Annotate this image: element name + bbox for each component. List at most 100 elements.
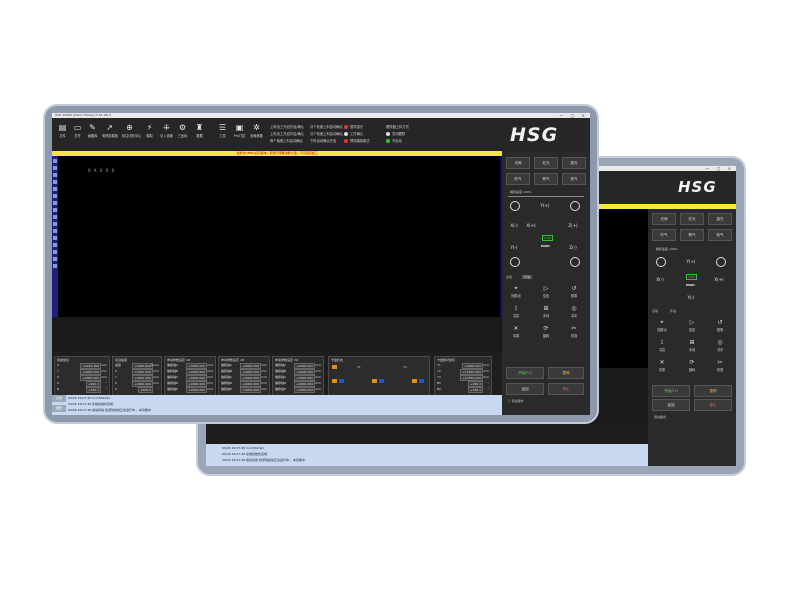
chuck-open-icon[interactable] bbox=[412, 379, 417, 383]
manual-button[interactable]: ⊞ 手动 bbox=[536, 305, 556, 318]
zoom-tool-icon[interactable] bbox=[53, 194, 57, 198]
back-canvas[interactable] bbox=[593, 209, 648, 368]
back-edge-button[interactable]: ⟟ 寻边 bbox=[652, 339, 672, 352]
option-item[interactable]: 共个轮面上料自动确认 bbox=[310, 124, 343, 131]
home-button[interactable]: ⌖ 回原点 bbox=[506, 285, 526, 298]
chuck-close-icon[interactable] bbox=[419, 379, 424, 383]
back-process-mode[interactable]: 调试模式 bbox=[654, 415, 666, 419]
back-btn-air[interactable]: 吹气 bbox=[652, 229, 676, 241]
back-zero-button[interactable]: ↺ 回零 bbox=[710, 319, 730, 332]
measure-tool-icon[interactable] bbox=[53, 236, 57, 240]
back-dryrun-button[interactable]: ▷ 空走 bbox=[682, 319, 702, 332]
fit-tool-icon[interactable] bbox=[53, 264, 57, 268]
back-btn-laser[interactable]: 激光 bbox=[708, 213, 732, 225]
back-rotate-button[interactable]: ⟳ 旋转 bbox=[682, 359, 702, 372]
tool-center[interactable]: ⊕ 标注切割中心 bbox=[122, 122, 141, 148]
back-jog-xplus[interactable]: X(+) bbox=[712, 273, 726, 287]
rotate-cw-icon[interactable] bbox=[570, 257, 580, 267]
back-jog-yplus[interactable]: Y(+) bbox=[684, 255, 698, 269]
center-button[interactable]: ◎ 寻中 bbox=[564, 305, 584, 318]
btn-air[interactable]: 吹气 bbox=[506, 173, 530, 185]
back-step-value[interactable]: 步进 bbox=[670, 309, 676, 313]
tool-draw[interactable]: ✎ 画图库 bbox=[85, 122, 100, 148]
option-item[interactable]: 跟踪器上料方式 bbox=[386, 124, 409, 131]
return-button[interactable]: 返回 bbox=[506, 383, 544, 395]
chuck-open-icon[interactable] bbox=[372, 379, 377, 383]
jog-zminus[interactable]: Z(-) bbox=[566, 241, 580, 255]
rotate-button[interactable]: ⟳ 旋转 bbox=[536, 325, 556, 338]
align-tool-icon[interactable] bbox=[53, 222, 57, 226]
btn-laser[interactable]: 激光 bbox=[562, 157, 586, 169]
rotate-ccw-icon[interactable] bbox=[510, 201, 520, 211]
cut-button[interactable]: ✂ 切割 bbox=[564, 325, 584, 338]
back-jog-yminus[interactable]: Y(-) bbox=[684, 291, 698, 305]
process-mode-checkbox[interactable]: ☐ 调试模式 bbox=[508, 399, 524, 403]
back-stop-button[interactable]: 停止 bbox=[694, 399, 732, 411]
tool-tools[interactable]: ☰ 工具 bbox=[215, 122, 230, 148]
text-tool-icon[interactable] bbox=[53, 187, 57, 191]
tool-3axis[interactable]: ⚙ 三坐标 bbox=[175, 122, 190, 148]
start-button[interactable]: 开始(F1) bbox=[506, 367, 544, 379]
btn-redlight[interactable]: 红光 bbox=[534, 157, 558, 169]
btn-shutter[interactable]: 光阀 bbox=[506, 157, 530, 169]
jog-yplus[interactable]: Y(+) bbox=[538, 199, 552, 213]
btn-nitrogen[interactable]: 氮气 bbox=[562, 173, 586, 185]
tool-global[interactable]: ✲ 全局参数 bbox=[249, 122, 264, 148]
option-item[interactable]: 共个轮面上料自动确认 bbox=[310, 131, 343, 138]
jog-xplus[interactable]: X(+) bbox=[524, 219, 538, 233]
back-manual-button[interactable]: ⊞ 手动 bbox=[682, 339, 702, 352]
delete-tool-icon[interactable] bbox=[53, 243, 57, 247]
back-btn-nitrogen[interactable]: 氮气 bbox=[708, 229, 732, 241]
jog-zplus[interactable]: Z(+) bbox=[566, 219, 580, 233]
back-rotate-cw-icon[interactable] bbox=[716, 257, 726, 267]
drawing-canvas[interactable]: 0 X 0 X 0 bbox=[58, 156, 502, 317]
undo-tool-icon[interactable] bbox=[53, 250, 57, 254]
option-item[interactable]: 上料加工开启开启/确认 bbox=[270, 131, 304, 138]
back-start-button[interactable]: 开始(F1) bbox=[652, 385, 690, 397]
log-tab[interactable]: 日志 bbox=[52, 395, 66, 402]
tool-door[interactable]: ▣ Pro门控 bbox=[232, 122, 247, 148]
tool-leadin[interactable]: ⁜ 引入设置 bbox=[159, 122, 174, 148]
option-item[interactable]: 上料加工开启开启/确认 bbox=[270, 124, 304, 131]
btn-oxygen[interactable]: 氧气 bbox=[534, 173, 558, 185]
option-item[interactable]: 预设模拟模式 bbox=[344, 138, 370, 145]
jog-yminus[interactable]: Y(-) bbox=[507, 241, 521, 255]
tool-file[interactable]: ▤ 文件 bbox=[55, 122, 70, 148]
chuck-open-icon[interactable] bbox=[332, 379, 337, 383]
tool-data[interactable]: ♜ 数据 bbox=[192, 122, 207, 148]
option-item[interactable]: 工件确认 bbox=[344, 131, 370, 138]
select-tool-icon[interactable] bbox=[53, 159, 57, 163]
clear-button[interactable]: ✕ 清零 bbox=[506, 325, 526, 338]
back-home-button[interactable]: ⌖ 回原点 bbox=[652, 319, 672, 332]
array-tool-icon[interactable] bbox=[53, 229, 57, 233]
option-item[interactable]: 关闭跟踪 bbox=[386, 131, 409, 138]
stop-button[interactable]: 停止 bbox=[548, 383, 584, 395]
back-jog-xminus[interactable]: X(-) bbox=[653, 273, 667, 287]
dryrun-button[interactable]: ▷ 空走 bbox=[536, 285, 556, 298]
back-center-button[interactable]: ◎ 寻中 bbox=[710, 339, 730, 352]
chuck-close-icon[interactable] bbox=[339, 379, 344, 383]
back-btn-oxygen[interactable]: 氧气 bbox=[680, 229, 704, 241]
back-btn-shutter[interactable]: 光阀 bbox=[652, 213, 676, 225]
back-pause-button[interactable]: 暂停 bbox=[694, 385, 732, 397]
option-item[interactable]: 两个轴周上料自动确认 bbox=[270, 138, 304, 145]
jog-xminus[interactable]: X(-) bbox=[507, 219, 521, 233]
option-item[interactable]: 暂停激光 bbox=[344, 124, 370, 131]
edge-button[interactable]: ⟟ 寻边 bbox=[506, 305, 526, 318]
speed-slider[interactable] bbox=[508, 196, 584, 197]
zero-button[interactable]: ↺ 回零 bbox=[564, 285, 584, 298]
rotate-tool-icon[interactable] bbox=[53, 208, 57, 212]
chuck-close-icon[interactable] bbox=[379, 379, 384, 383]
rotate-cw-icon[interactable] bbox=[570, 201, 580, 211]
step-value[interactable]: 步进 bbox=[522, 275, 533, 279]
circle-tool-icon[interactable] bbox=[53, 173, 57, 177]
option-item[interactable]: 下料自动确认开启 bbox=[310, 138, 343, 145]
alarm-tab[interactable]: 报警 bbox=[52, 405, 66, 412]
tool-open[interactable]: ▭ 打开 bbox=[70, 122, 85, 148]
tool-simulate[interactable]: ⚡ 模拟 bbox=[142, 122, 157, 148]
tool-template[interactable]: ↗ 电视剪模板 bbox=[102, 122, 118, 148]
line-tool-icon[interactable] bbox=[53, 166, 57, 170]
pause-button[interactable]: 暂停 bbox=[548, 367, 584, 379]
move-tool-icon[interactable] bbox=[53, 201, 57, 205]
back-clear-button[interactable]: ✕ 清零 bbox=[652, 359, 672, 372]
